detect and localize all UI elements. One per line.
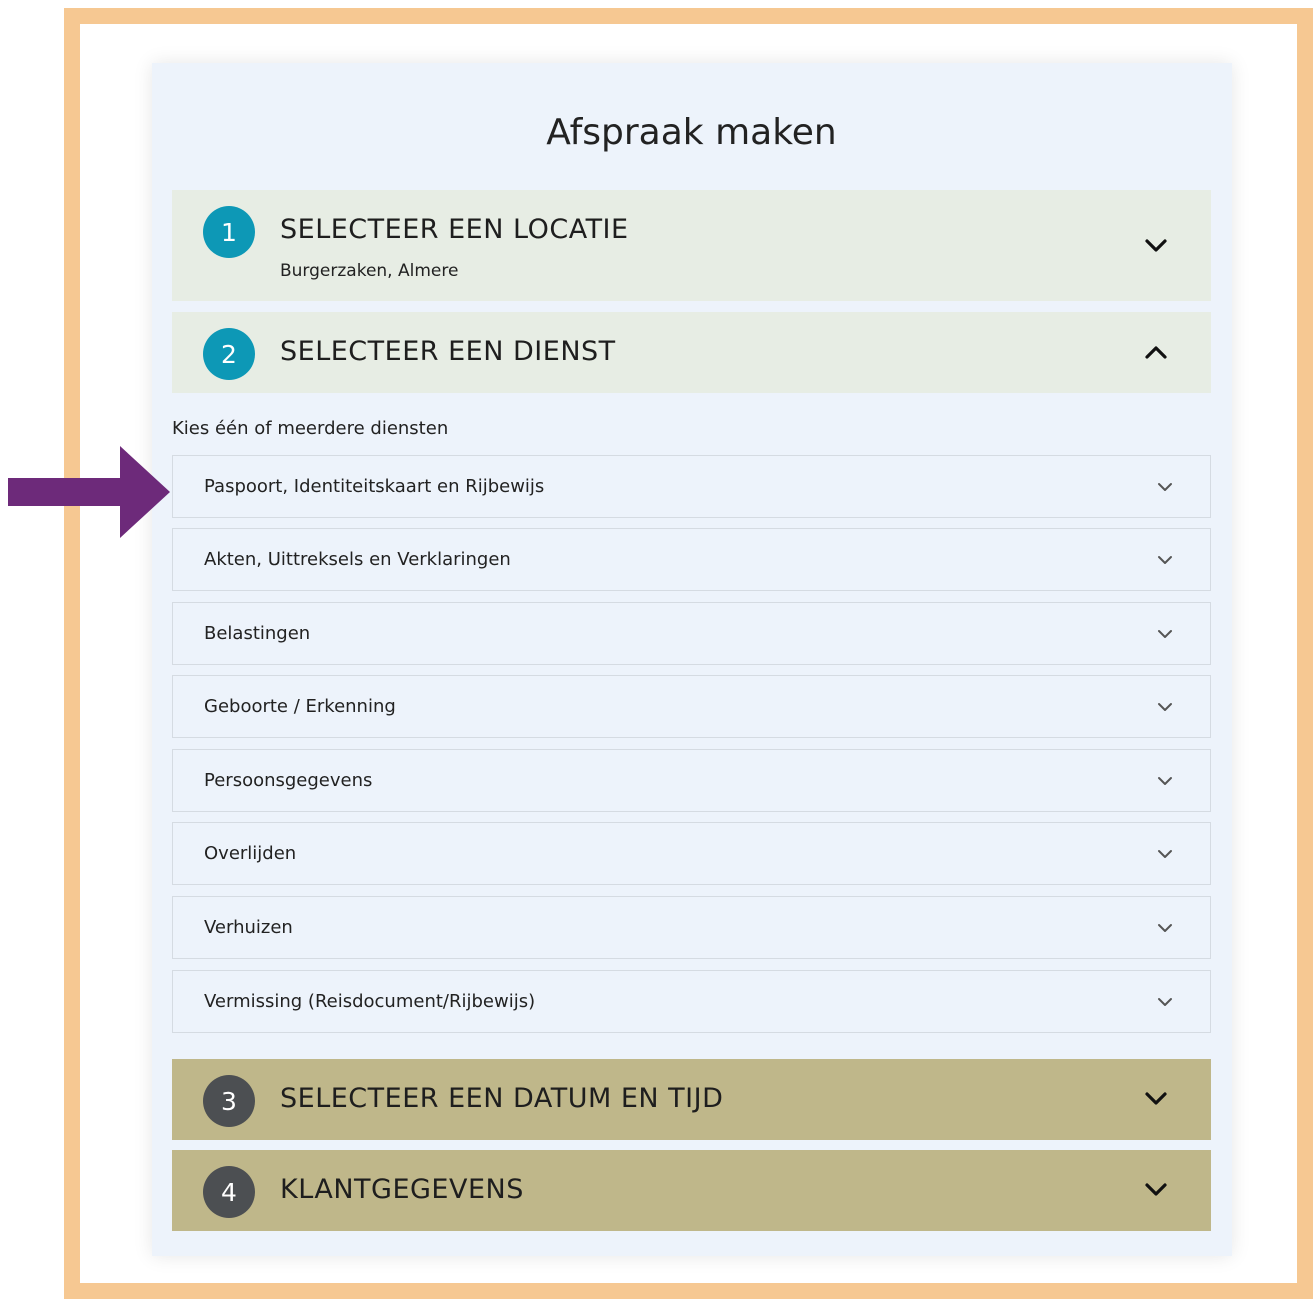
service-item-persoonsgegevens[interactable]: Persoonsgegevens [172,749,1211,812]
step-title: SELECTEER EEN LOCATIE [280,214,629,245]
chevron-down-icon[interactable] [1156,993,1174,1011]
chevron-down-icon[interactable] [1143,232,1169,258]
step-customer-details[interactable]: 4 KLANTGEGEVENS [172,1150,1211,1231]
service-label: Verhuizen [204,917,293,938]
chevron-down-icon[interactable] [1156,551,1174,569]
service-item-verhuizen[interactable]: Verhuizen [172,896,1211,959]
step-number-badge: 2 [203,328,255,380]
chevron-down-icon[interactable] [1156,919,1174,937]
service-label: Vermissing (Reisdocument/Rijbewijs) [204,991,536,1012]
step-title: SELECTEER EEN DIENST [280,336,616,367]
step-service[interactable]: 2 SELECTEER EEN DIENST [172,312,1211,393]
service-label: Akten, Uittreksels en Verklaringen [204,549,511,570]
step-number-badge: 3 [203,1075,255,1127]
service-item-akten[interactable]: Akten, Uittreksels en Verklaringen [172,528,1211,591]
page-title: Afspraak maken [546,112,837,153]
chevron-down-icon[interactable] [1143,1085,1169,1111]
step-title: SELECTEER EEN DATUM EN TIJD [280,1083,724,1114]
step-date-time[interactable]: 3 SELECTEER EEN DATUM EN TIJD [172,1059,1211,1140]
chevron-down-icon[interactable] [1156,478,1174,496]
chevron-down-icon[interactable] [1143,1176,1169,1202]
service-label: Persoonsgegevens [204,770,373,791]
step-selected-value: Burgerzaken, Almere [280,261,459,281]
chevron-down-icon[interactable] [1156,698,1174,716]
step-number-badge: 4 [203,1166,255,1218]
service-item-paspoort[interactable]: Paspoort, Identiteitskaart en Rijbewijs [172,455,1211,518]
service-label: Belastingen [204,623,311,644]
service-label: Overlijden [204,843,297,864]
service-item-geboorte[interactable]: Geboorte / Erkenning [172,675,1211,738]
arrow-right-icon [8,446,170,538]
service-label: Geboorte / Erkenning [204,696,396,717]
step-title: KLANTGEGEVENS [280,1174,524,1205]
service-item-belastingen[interactable]: Belastingen [172,602,1211,665]
chevron-up-icon[interactable] [1143,340,1169,366]
chevron-down-icon[interactable] [1156,845,1174,863]
service-item-vermissing[interactable]: Vermissing (Reisdocument/Rijbewijs) [172,970,1211,1033]
chevron-down-icon[interactable] [1156,625,1174,643]
step-number-badge: 1 [203,206,255,258]
services-intro-text: Kies één of meerdere diensten [172,418,449,439]
service-label: Paspoort, Identiteitskaart en Rijbewijs [204,476,545,497]
service-item-overlijden[interactable]: Overlijden [172,822,1211,885]
step-location[interactable]: 1 SELECTEER EEN LOCATIE Burgerzaken, Alm… [172,190,1211,301]
chevron-down-icon[interactable] [1156,772,1174,790]
